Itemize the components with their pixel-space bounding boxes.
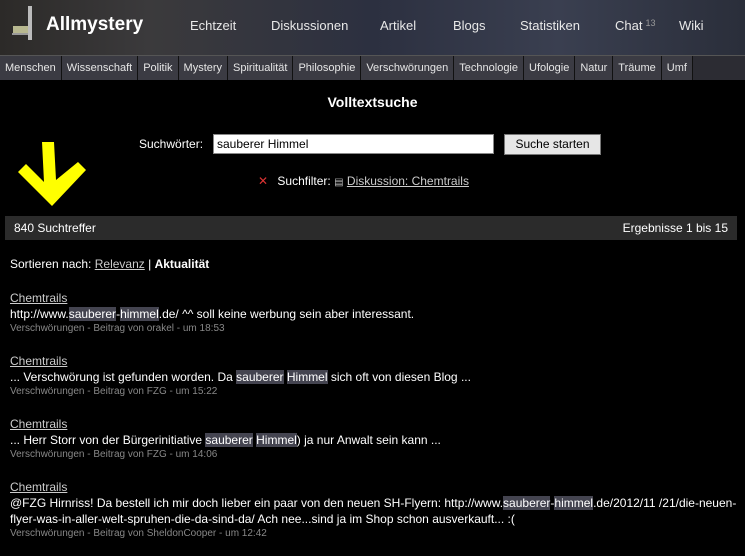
search-highlight: himmel <box>554 496 594 510</box>
yellow-arrow-annotation <box>18 142 86 206</box>
search-highlight: sauberer <box>503 496 551 510</box>
result-meta: Verschwörungen - Beitrag von FZG - um 14… <box>10 449 218 460</box>
nav-artikel[interactable]: Artikel <box>380 18 416 33</box>
search-result: Chemtrails... Herr Storr von der Bürgeri… <box>10 416 738 461</box>
category-tab[interactable]: Natur <box>575 56 614 80</box>
logo-icon[interactable] <box>12 6 36 40</box>
result-meta: Verschwörungen - Beitrag von FZG - um 15… <box>10 386 218 397</box>
category-bar: Menschen Wissenschaft Politik Mystery Spirit… <box>0 55 745 80</box>
result-meta: Verschwörungen - Beitrag von orakel - um… <box>10 323 225 334</box>
chat-count: 13 <box>645 18 656 28</box>
search-result: Chemtrails http://www.sauberer-himmel.de/… <box>10 290 738 335</box>
result-count: 840 Suchtreffer <box>14 221 96 235</box>
sort-current: Aktualität <box>154 257 210 271</box>
category-tab[interactable]: Verschwörungen <box>361 56 455 80</box>
sort-label: Sortieren nach: <box>10 257 92 271</box>
nav-statistiken[interactable]: Statistiken <box>520 18 580 33</box>
search-filter: ✕ Suchfilter: ▤ Diskussion: Chemtrails <box>258 174 469 188</box>
nav-wiki[interactable]: Wiki <box>679 18 704 33</box>
result-snippet: ... Herr Storr von der Bürgerinitiative … <box>10 432 738 448</box>
results-summary-bar: 840 Suchtreffer Ergebnisse 1 bis 15 <box>5 216 737 240</box>
category-tab[interactable]: Spiritualität <box>228 56 294 80</box>
category-tab[interactable]: Philosophie <box>293 56 362 80</box>
snippet-text: ) ja nur Anwalt sein kann ... <box>296 433 441 447</box>
snippet-text: ... Verschwörung ist gefunden worden. Da <box>10 370 237 384</box>
sort-relevance-link[interactable]: Relevanz <box>95 257 145 271</box>
category-tab[interactable]: Umf <box>661 56 693 80</box>
search-highlight: Himmel <box>256 433 297 447</box>
search-highlight: sauberer <box>236 370 284 384</box>
search-highlight: Himmel <box>286 370 328 384</box>
nav-echtzeit[interactable]: Echtzeit <box>190 18 236 33</box>
snippet-text: @FZG Hirnriss! Da bestell ich mir doch l… <box>10 496 504 510</box>
sort-options: Sortieren nach: Relevanz | Aktualität <box>10 257 210 271</box>
search-result: Chemtrails @FZG Hirnriss! Da bestell ich … <box>10 479 738 540</box>
result-snippet: http://www.sauberer-himmel.de/ ^^ soll k… <box>10 306 738 322</box>
filter-link[interactable]: Diskussion: Chemtrails <box>347 174 469 188</box>
result-snippet: @FZG Hirnriss! Da bestell ich mir doch l… <box>10 495 738 527</box>
snippet-text: ... Herr Storr von der Bürgerinitiative <box>10 433 206 447</box>
nav-blogs[interactable]: Blogs <box>453 18 486 33</box>
page-title: Volltextsuche <box>327 94 418 110</box>
snippet-text: http://www. <box>10 307 69 321</box>
result-title-link[interactable]: Chemtrails <box>10 416 67 432</box>
filter-label: Suchfilter: <box>277 174 331 188</box>
category-tab[interactable]: Technologie <box>454 56 524 80</box>
result-meta: Verschwörungen - Beitrag von SheldonCoop… <box>10 528 267 539</box>
result-title-link[interactable]: Chemtrails <box>10 290 67 306</box>
category-tab[interactable]: Menschen <box>0 56 62 80</box>
search-label: Suchwörter: <box>139 137 204 151</box>
search-button[interactable]: Suche starten <box>504 134 601 155</box>
nav-chat-label: Chat <box>615 18 643 33</box>
result-title-link[interactable]: Chemtrails <box>10 479 67 495</box>
result-title-link[interactable]: Chemtrails <box>10 353 67 369</box>
site-header: Allmystery Echtzeit Diskussionen Artikel… <box>0 0 745 55</box>
nav-diskussionen[interactable]: Diskussionen <box>271 18 348 33</box>
category-tab[interactable]: Politik <box>138 56 179 80</box>
search-input[interactable]: sauberer Himmel <box>213 134 494 154</box>
remove-filter-icon[interactable]: ✕ <box>258 174 268 188</box>
search-highlight: sauberer <box>68 307 117 321</box>
search-result: Chemtrails... Verschwörung ist gefunden … <box>10 353 738 398</box>
category-tab[interactable]: Wissenschaft <box>61 56 139 80</box>
category-tab[interactable]: Mystery <box>178 56 229 80</box>
category-tab[interactable]: Träume <box>613 56 662 80</box>
search-highlight: sauberer <box>205 433 253 447</box>
nav-chat[interactable]: Chat 13 <box>615 18 655 33</box>
logo-text[interactable]: Allmystery <box>46 14 143 36</box>
search-highlight: himmel <box>120 307 159 321</box>
snippet-text: .de/ ^^ soll keine werbung sein aber int… <box>158 307 415 321</box>
snippet-text: sich oft von diesen Blog ... <box>327 370 471 384</box>
discussion-icon: ▤ <box>334 177 344 188</box>
result-snippet: ... Verschwörung ist gefunden worden. Da… <box>10 369 738 385</box>
category-tab[interactable]: Ufologie <box>524 56 576 80</box>
result-range: Ergebnisse 1 bis 15 <box>622 221 728 235</box>
